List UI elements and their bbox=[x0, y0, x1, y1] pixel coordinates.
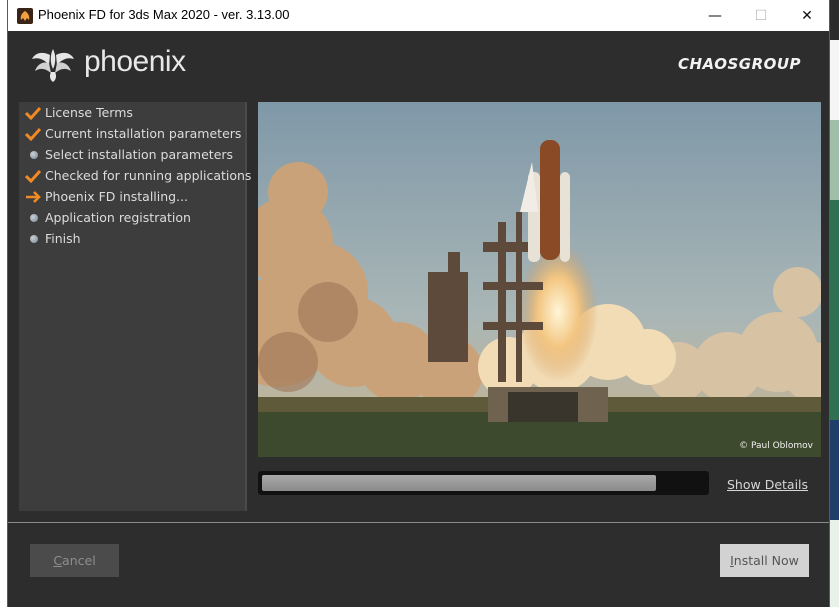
installation-progress-bar bbox=[258, 471, 709, 495]
step-application-registration: Application registration bbox=[19, 208, 245, 229]
install-now-button[interactable]: Install Now bbox=[720, 544, 809, 577]
cancel-label: ancel bbox=[62, 553, 96, 568]
installer-header: phoenix CHAOSGROUP bbox=[8, 31, 829, 101]
background-window-edge-right bbox=[829, 0, 839, 607]
progress-fill bbox=[262, 475, 656, 491]
pending-dot-icon bbox=[30, 214, 38, 222]
maximize-icon: ☐ bbox=[754, 7, 768, 24]
shuttle-launch-image: © Paul Oblomov bbox=[258, 102, 821, 457]
phoenix-logo-text: phoenix bbox=[84, 45, 186, 78]
step-select-installation-parameters: Select installation parameters bbox=[19, 145, 245, 166]
step-phoenix-installing: Phoenix FD installing... bbox=[19, 187, 245, 208]
checkmark-icon bbox=[25, 106, 41, 120]
installer-window: Phoenix FD for 3ds Max 2020 - ver. 3.13.… bbox=[8, 0, 829, 607]
close-button[interactable]: ✕ bbox=[784, 0, 830, 31]
chaosgroup-logo: CHAOSGROUP bbox=[678, 55, 802, 73]
pending-dot-icon bbox=[30, 151, 38, 159]
minimize-button[interactable]: — bbox=[692, 0, 738, 31]
show-details-link[interactable]: Show Details bbox=[727, 477, 808, 492]
step-label: Select installation parameters bbox=[45, 147, 234, 162]
step-label: Phoenix FD installing... bbox=[45, 189, 189, 204]
arrow-right-icon bbox=[26, 191, 41, 203]
step-label: Application registration bbox=[45, 210, 191, 225]
minimize-icon: — bbox=[708, 7, 722, 24]
maximize-button[interactable]: ☐ bbox=[738, 0, 784, 31]
footer-divider bbox=[8, 522, 829, 523]
checkmark-icon bbox=[25, 127, 41, 141]
step-checked-running-applications: Checked for running applications bbox=[19, 166, 251, 187]
step-label: Current installation parameters bbox=[45, 126, 242, 141]
phoenix-bird-logo-icon bbox=[32, 49, 74, 82]
close-icon: ✕ bbox=[801, 7, 813, 24]
step-finish: Finish bbox=[19, 229, 245, 250]
pending-dot-icon bbox=[30, 235, 38, 243]
step-label: License Terms bbox=[45, 105, 133, 120]
cancel-mnemonic: C bbox=[53, 553, 63, 568]
step-label: Checked for running applications bbox=[45, 168, 252, 183]
step-license-terms: License Terms bbox=[19, 103, 245, 124]
step-current-installation-parameters: Current installation parameters bbox=[19, 124, 245, 145]
install-label: nstall Now bbox=[733, 553, 799, 568]
cancel-button[interactable]: Cancel bbox=[30, 544, 119, 577]
image-credit: © Paul Oblomov bbox=[739, 441, 813, 451]
installation-steps-panel: License Terms Current installation param… bbox=[19, 102, 251, 511]
checkmark-icon bbox=[25, 169, 41, 183]
window-title: Phoenix FD for 3ds Max 2020 - ver. 3.13.… bbox=[38, 7, 290, 22]
phoenix-app-icon bbox=[17, 8, 33, 24]
title-bar: Phoenix FD for 3ds Max 2020 - ver. 3.13.… bbox=[8, 0, 829, 31]
step-label: Finish bbox=[45, 231, 81, 246]
